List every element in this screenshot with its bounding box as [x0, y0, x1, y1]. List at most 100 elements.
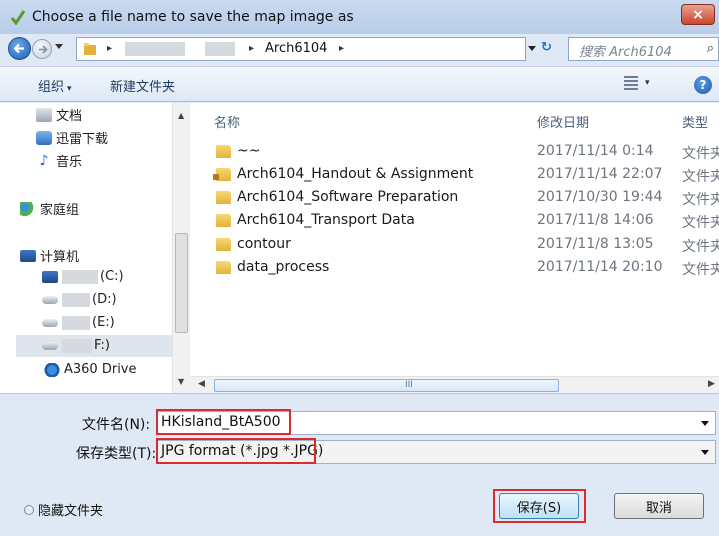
file-date: 2017/11/14 22:07	[537, 166, 663, 182]
nav-item-label: 音乐	[56, 155, 83, 170]
file-name: ~~	[237, 143, 261, 159]
search-icon[interactable]: ⌕	[707, 41, 714, 56]
redacted-drive-name	[62, 292, 90, 307]
window-title: Choose a file name to save the map image…	[32, 9, 354, 25]
file-name: data_process	[237, 259, 330, 275]
horizontal-scrollbar[interactable]: ◀ III ▶	[190, 376, 719, 393]
nav-item-label: A360 Drive	[64, 362, 137, 377]
chevron-down-icon: ▾	[67, 84, 72, 94]
collapse-icon	[24, 504, 34, 515]
chevron-down-icon[interactable]	[701, 450, 709, 455]
cancel-button[interactable]: 取消	[614, 493, 704, 519]
hide-folders-toggle[interactable]: 隐藏文件夹	[24, 500, 103, 519]
file-name: Arch6104_Software Preparation	[237, 189, 459, 205]
redacted-breadcrumb[interactable]	[205, 42, 235, 56]
column-header-date[interactable]: 修改日期	[537, 112, 589, 131]
filetype-highlight	[156, 438, 316, 464]
column-header-type[interactable]: 类型	[682, 112, 708, 131]
file-list: 名称 修改日期 类型 ~~ 2017/11/14 0:14 文件夹 Arch61…	[190, 103, 719, 393]
documents-icon	[36, 107, 52, 122]
file-date: 2017/11/14 20:10	[537, 259, 663, 275]
nav-item-drive-c[interactable]: (C:)	[42, 269, 124, 284]
file-type: 文件夹	[682, 262, 719, 278]
nav-item-documents[interactable]: 文档	[36, 105, 82, 124]
downloads-icon	[36, 130, 52, 145]
nav-item-a360-drive[interactable]: A360 Drive	[44, 362, 137, 377]
breadcrumb-separator[interactable]: ▸	[339, 43, 344, 54]
help-button[interactable]: ?	[694, 76, 712, 94]
folder-icon	[216, 214, 231, 227]
nav-item-downloads[interactable]: 迅雷下载	[36, 128, 108, 147]
new-folder-button[interactable]: 新建文件夹	[110, 76, 175, 95]
scroll-thumb[interactable]: III	[214, 379, 559, 392]
file-row[interactable]: Arch6104_Handout & Assignment 2017/11/14…	[190, 164, 719, 187]
file-row[interactable]: data_process 2017/11/14 20:10 文件夹	[190, 257, 719, 280]
breadcrumb-current-folder[interactable]: Arch6104	[265, 41, 327, 56]
file-row[interactable]: Arch6104_Transport Data 2017/11/8 14:06 …	[190, 210, 719, 233]
file-row[interactable]: Arch6104_Software Preparation 2017/10/30…	[190, 187, 719, 210]
redacted-drive-name	[62, 269, 98, 284]
address-dropdown[interactable]	[528, 46, 536, 51]
nav-item-computer[interactable]: 计算机	[20, 246, 79, 265]
folder-icon	[216, 261, 231, 274]
search-input[interactable]: 搜索 Arch6104 ⌕	[568, 37, 719, 61]
close-button[interactable]: ×	[681, 4, 715, 25]
nav-vertical-scrollbar[interactable]: ▲ ▼	[172, 103, 190, 393]
scroll-right-icon[interactable]: ▶	[708, 379, 715, 389]
nav-item-label: 迅雷下载	[56, 132, 109, 147]
arrow-right-icon	[38, 44, 48, 54]
save-dialog: Choose a file name to save the map image…	[0, 0, 719, 536]
music-icon: ♪	[39, 152, 49, 169]
drive-icon	[42, 270, 58, 283]
nav-item-drive-e[interactable]: (E:)	[42, 315, 115, 330]
address-row: ▸ ▸ Arch6104 ▸ ↻ 搜索 Arch6104 ⌕	[0, 34, 719, 64]
breadcrumb-separator[interactable]: ▸	[107, 43, 112, 54]
file-row[interactable]: contour 2017/11/8 13:05 文件夹	[190, 234, 719, 257]
file-type: 文件夹	[682, 146, 719, 162]
forward-button[interactable]	[32, 39, 52, 59]
back-button[interactable]	[8, 37, 31, 60]
computer-icon	[20, 249, 36, 262]
nav-item-label: F:)	[94, 338, 110, 353]
organize-label: 组织	[38, 80, 65, 95]
redacted-breadcrumb[interactable]	[125, 42, 185, 56]
drive-icon	[42, 318, 58, 327]
navigation-pane: 文档 迅雷下载 ♪ 音乐 家庭组 计算机 (C:) (D:) (E:) F:) …	[0, 103, 190, 393]
file-name: contour	[237, 236, 291, 252]
folder-icon	[216, 191, 231, 204]
scroll-down-icon[interactable]: ▼	[178, 377, 184, 386]
view-options-arrow[interactable]: ▾	[645, 78, 650, 88]
organize-menu[interactable]: 组织 ▾	[38, 76, 72, 95]
scroll-left-icon[interactable]: ◀	[198, 379, 205, 389]
save-button-highlight	[493, 489, 586, 523]
app-icon	[10, 10, 26, 25]
title-bar: Choose a file name to save the map image…	[0, 0, 719, 34]
nav-item-drive-d[interactable]: (D:)	[42, 292, 117, 307]
redacted-drive-name	[62, 315, 90, 330]
nav-item-label: (E:)	[92, 315, 115, 330]
refresh-icon[interactable]: ↻	[541, 40, 552, 55]
file-name: Arch6104_Handout & Assignment	[237, 166, 474, 182]
drive-icon	[42, 341, 58, 350]
file-date: 2017/11/8 14:06	[537, 212, 654, 228]
search-placeholder: 搜索 Arch6104	[579, 45, 672, 60]
nav-item-music[interactable]: ♪ 音乐	[36, 151, 83, 171]
file-type: 文件夹	[682, 192, 719, 208]
file-row[interactable]: ~~ 2017/11/14 0:14 文件夹	[190, 141, 719, 164]
nav-item-label: 文档	[56, 109, 83, 124]
nav-item-homegroup[interactable]: 家庭组	[20, 199, 79, 218]
nav-item-label: (C:)	[100, 269, 124, 284]
nav-item-drive-f[interactable]: F:)	[42, 338, 110, 353]
recent-locations-dropdown[interactable]	[55, 44, 63, 49]
breadcrumb-separator[interactable]: ▸	[249, 43, 254, 54]
column-header-name[interactable]: 名称	[214, 112, 240, 131]
drive-icon	[42, 295, 58, 304]
chevron-down-icon[interactable]	[701, 421, 709, 426]
address-bar[interactable]: ▸ ▸ Arch6104 ▸	[76, 37, 526, 61]
view-icon[interactable]	[624, 76, 638, 90]
scroll-thumb[interactable]	[175, 233, 188, 333]
homegroup-icon	[20, 201, 36, 216]
arrow-left-icon	[13, 43, 24, 54]
scroll-up-icon[interactable]: ▲	[178, 111, 184, 120]
file-type: 文件夹	[682, 239, 719, 255]
